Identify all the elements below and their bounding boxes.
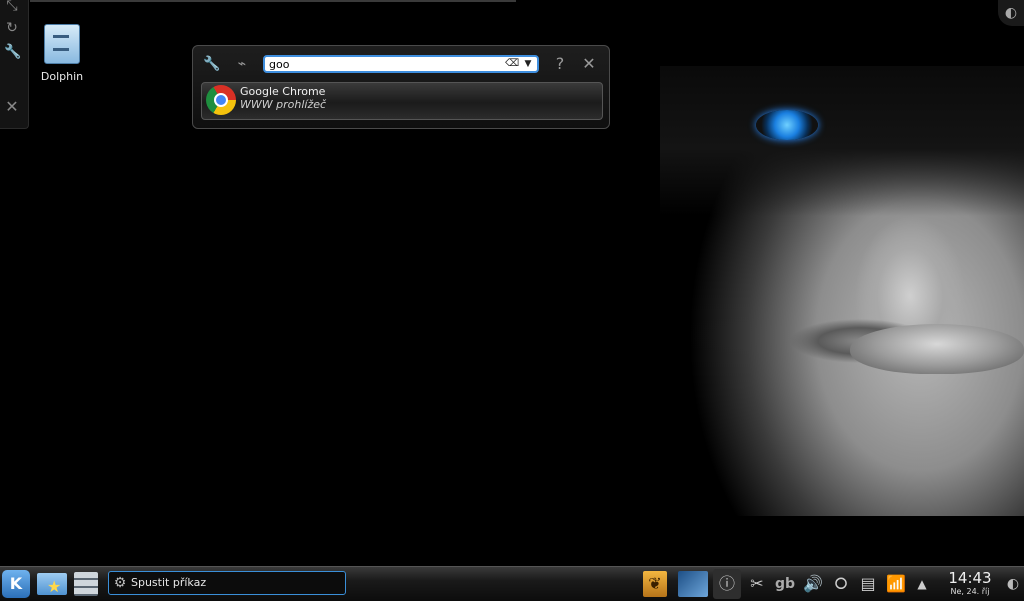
gear-icon: ⚙ (113, 575, 127, 591)
wallpaper-lips (850, 324, 1024, 374)
clock-date: Ne, 24. říj (950, 587, 990, 596)
close-icon[interactable]: ✕ (4, 99, 20, 115)
desktop: ⤡ ↻ 🔧 ✕ Dolphin ◐ 🔧 ⌁ ⌫ ▼ ? ✕ Google Chr… (0, 0, 1024, 566)
settings-wrench-icon[interactable]: 🔧 (203, 55, 221, 73)
result-title: Google Chrome (240, 85, 326, 98)
wrench-icon[interactable]: 🔧 (4, 44, 21, 60)
result-subtitle: WWW prohlížeč (240, 98, 327, 111)
search-box: ⌫ ▼ (263, 55, 539, 73)
refresh-icon[interactable]: ↻ (4, 20, 20, 36)
kde-menu-button[interactable]: K (2, 570, 30, 598)
search-input[interactable] (269, 57, 499, 71)
folder-star-icon[interactable]: ★ (37, 573, 67, 595)
resize-icon[interactable]: ⤡ (4, 0, 20, 14)
krunner-dialog: 🔧 ⌁ ⌫ ▼ ? ✕ Google Chrome WWW prohlížeč (192, 45, 610, 129)
usb-device-icon[interactable]: ⭘ (829, 571, 853, 597)
close-button[interactable]: ✕ (580, 55, 598, 73)
clock[interactable]: 14:43 Ne, 24. říj (942, 570, 998, 598)
chrome-icon (206, 85, 236, 115)
scissors-icon[interactable]: ✂ (746, 571, 768, 597)
top-divider (30, 0, 516, 2)
search-result-item[interactable]: Google Chrome WWW prohlížeč (201, 82, 603, 120)
dictionary-icon[interactable]: ❦ (643, 571, 667, 597)
wallpaper-eye (756, 110, 818, 140)
panel-cashew-icon[interactable]: ◐ (1002, 571, 1024, 597)
chevron-down-icon[interactable]: ▼ (522, 57, 534, 71)
expand-tray-icon[interactable]: ▲ (912, 571, 932, 597)
wifi-icon[interactable]: 📶 (884, 571, 908, 597)
desktop-icon-label: Dolphin (40, 70, 84, 83)
task-run-command[interactable]: ⚙ Spustit příkaz (108, 571, 346, 595)
task-label: Spustit příkaz (131, 576, 207, 589)
activity-monitor-icon[interactable]: ⌁ (233, 55, 251, 73)
clipboard-icon[interactable]: ▤ (857, 571, 879, 597)
volume-icon[interactable]: 🔊 (801, 571, 825, 597)
taskbar: K ★ ⚙ Spustit příkaz ❦ ⓘ ✂ gb 🔊 ⭘ ▤ 📶 ▲ … (0, 566, 1024, 601)
wallpaper-image (660, 66, 1024, 516)
desktop-toolbox: ⤡ ↻ 🔧 ✕ (0, 0, 29, 129)
keyboard-layout-indicator[interactable]: gb (773, 571, 797, 597)
clock-time: 14:43 (948, 569, 992, 587)
clear-text-icon[interactable]: ⌫ (505, 58, 519, 70)
help-button[interactable]: ? (551, 55, 569, 73)
desktop-pager-icon[interactable] (678, 571, 708, 597)
file-cabinet-icon (44, 24, 80, 64)
info-icon[interactable]: ⓘ (716, 571, 738, 597)
file-manager-icon[interactable] (74, 572, 98, 596)
desktop-cashew-icon[interactable]: ◐ (998, 0, 1024, 26)
wallpaper-hair (660, 66, 1024, 216)
desktop-icon-dolphin[interactable]: Dolphin (36, 24, 88, 83)
